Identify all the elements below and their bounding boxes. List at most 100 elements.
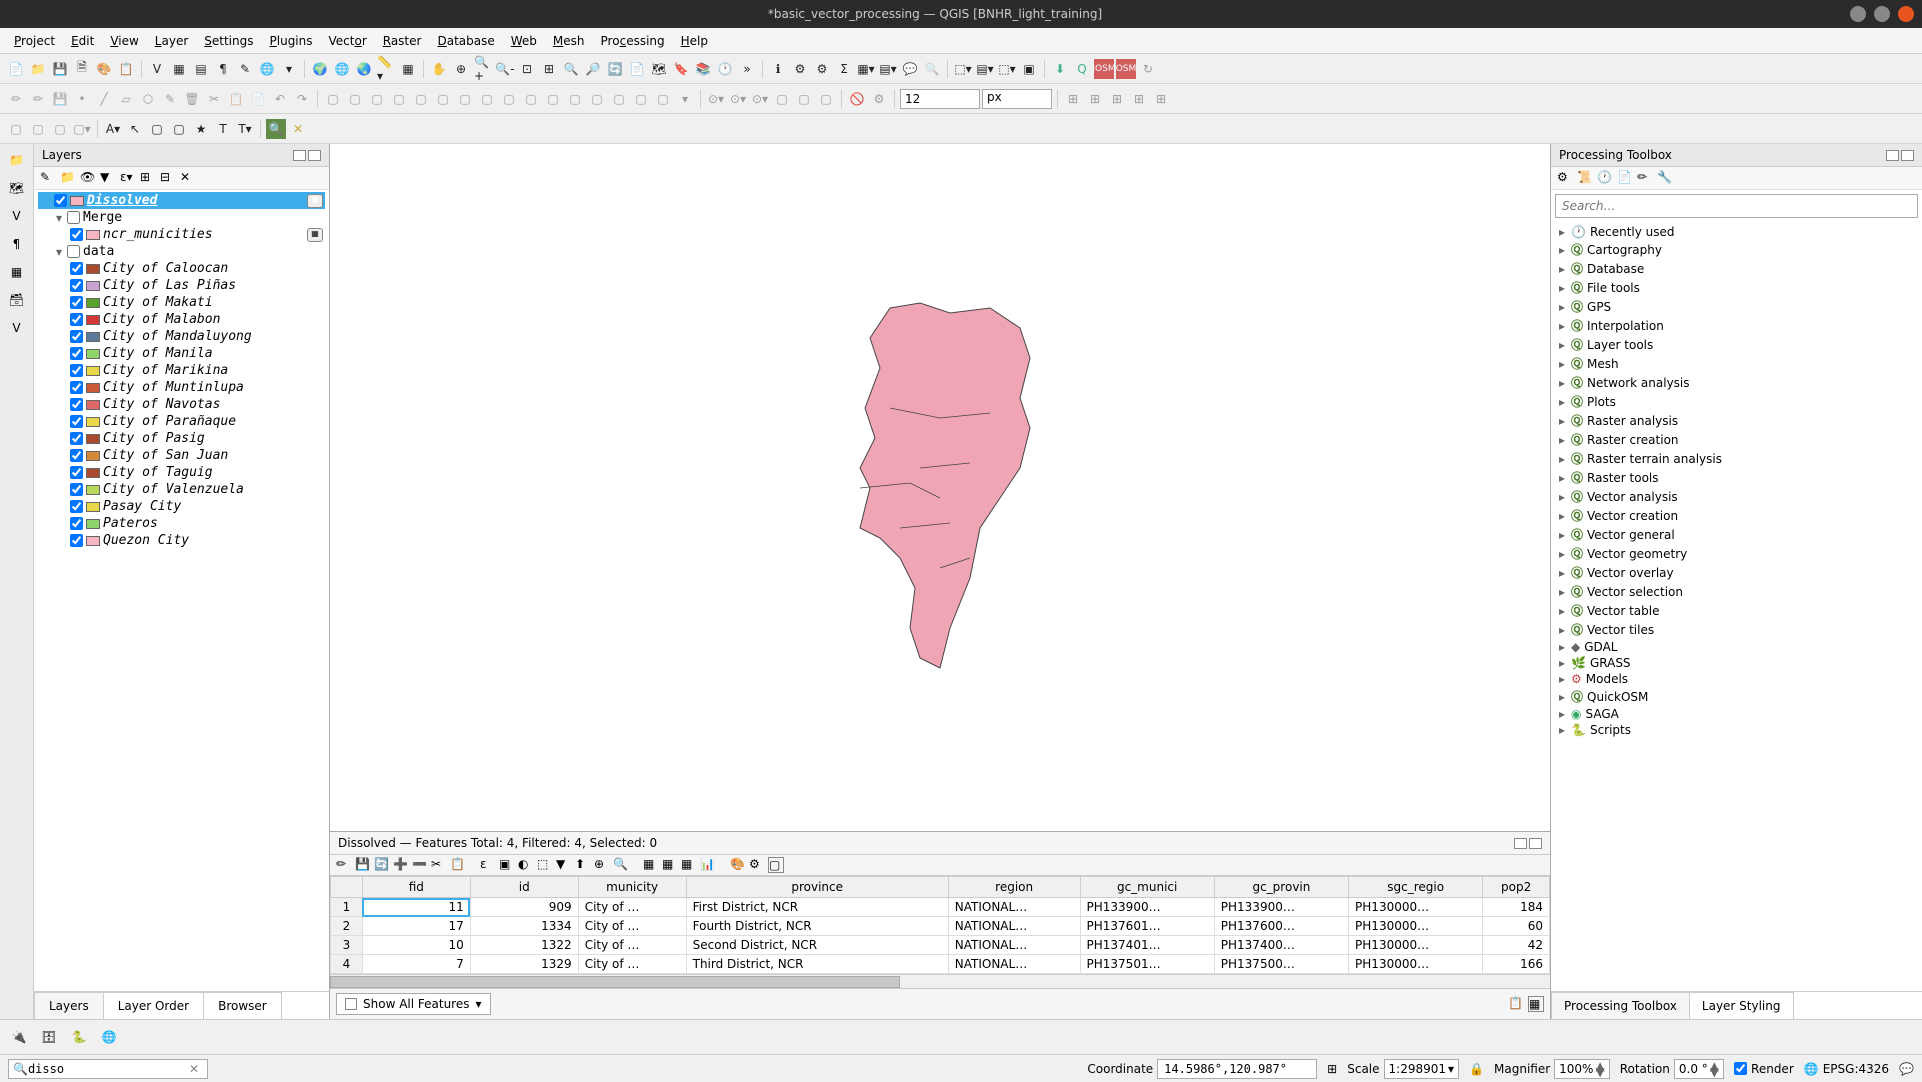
snap-2-icon[interactable]: ⊙▾ [728,89,748,109]
processing-group[interactable]: ▸ⓆRaster terrain analysis [1555,449,1918,468]
add-spatialite-icon[interactable]: 🗃 [5,288,29,312]
osm-icon[interactable]: OSM [1116,59,1136,79]
render-field[interactable]: Render [1734,1062,1794,1076]
measure-icon[interactable]: 📏▾ [376,59,396,79]
label-3-icon[interactable]: ▢ [50,119,70,139]
pin-label-icon[interactable]: ★ [191,119,211,139]
layer-item[interactable]: ▾Merge [38,209,325,226]
processing-group[interactable]: ▸ⓆGPS [1555,297,1918,316]
processing-group[interactable]: ▸◉SAGA [1555,706,1918,722]
db-manager-icon[interactable]: 🗄 [38,1026,60,1048]
topo-4-icon[interactable]: ⊞ [1129,89,1149,109]
topo-5-icon[interactable]: ⊞ [1151,89,1171,109]
attribute-table-icon[interactable]: ▦▾ [856,59,876,79]
menu-raster[interactable]: Raster [375,32,430,50]
menu-database[interactable]: Database [429,32,502,50]
deselect-icon[interactable]: ⬚▾ [997,59,1017,79]
move-top-icon[interactable]: ⬆ [575,857,591,873]
toolbox-icon[interactable]: ⚙ [812,59,832,79]
attr-close-button[interactable] [1529,838,1542,849]
lock-icon[interactable]: 🔒 [1469,1062,1484,1076]
python-console-icon[interactable]: 🐍 [68,1026,90,1048]
layer-item[interactable]: City of Pasig [38,430,325,447]
digitize-8-icon[interactable]: ▢ [477,89,497,109]
coordinate-input[interactable]: 14.5986°,120.987° [1157,1059,1317,1079]
layer-item[interactable]: City of Mandaluyong [38,328,325,345]
tab-layer-order[interactable]: Layer Order [103,992,204,1019]
pt-results-icon[interactable]: 📄 [1617,170,1633,186]
paste-icon[interactable]: 📄 [248,89,268,109]
identify-icon[interactable]: ℹ [768,59,788,79]
remove-icon[interactable]: ✕ [180,170,196,186]
digitize-3-icon[interactable]: ▢ [367,89,387,109]
table-icon[interactable]: ▦ [398,59,418,79]
layer-item[interactable]: Dissolved▦ [38,192,325,209]
label-4-icon[interactable]: ▢▾ [72,119,92,139]
show-all-features[interactable]: Show All Features ▾ [336,993,491,1015]
layer-checkbox[interactable] [70,330,83,343]
menu-help[interactable]: Help [673,32,716,50]
table-view-icon[interactable]: ▦ [1528,996,1544,1012]
reload-icon[interactable]: ↻ [1138,59,1158,79]
scale-input[interactable]: 1:298901 ▾ [1384,1059,1460,1079]
filter-icon[interactable]: ▼ [100,170,116,186]
layer-item[interactable]: City of Manila [38,345,325,362]
pt-model-icon[interactable]: ⚙ [1557,170,1573,186]
vertex-tool-icon[interactable]: ⬡ [138,89,158,109]
layer-checkbox[interactable] [70,381,83,394]
actions-icon[interactable]: ⚙ [749,857,765,873]
layer-item[interactable]: Quezon City [38,532,325,549]
snap-6-icon[interactable]: ▢ [816,89,836,109]
menu-edit[interactable]: Edit [63,32,102,50]
table-row[interactable]: 471329City of …Third District, NCRNATION… [331,955,1550,974]
temporal-icon[interactable]: 🕐 [715,59,735,79]
locator-input[interactable] [28,1062,185,1076]
tab-layers[interactable]: Layers [34,992,104,1019]
extents-icon[interactable]: ⊞ [1327,1062,1337,1076]
dock-icon[interactable]: ▢ [768,857,784,873]
style-manager-icon[interactable]: 🎨 [94,59,114,79]
digitize-4-icon[interactable]: ▢ [389,89,409,109]
processing-group[interactable]: ▸ⓆMesh [1555,354,1918,373]
digitize-10-icon[interactable]: ▢ [521,89,541,109]
toggle-edit-icon[interactable]: ✏ [6,89,26,109]
invert-selection-icon[interactable]: ◐ [518,857,534,873]
topo-1-icon[interactable]: ⊞ [1063,89,1083,109]
layer-item[interactable]: Pateros [38,515,325,532]
panel-float-button[interactable] [293,150,306,161]
processing-group[interactable]: ▸ⓆRaster tools [1555,468,1918,487]
add-text-layer-icon[interactable]: ¶ [5,232,29,256]
topo-3-icon[interactable]: ⊞ [1107,89,1127,109]
save-edits-icon[interactable]: 💾 [355,857,371,873]
processing-group[interactable]: ▸🌿GRASS [1555,655,1918,671]
processing-group[interactable]: ▸ⓆVector overlay [1555,563,1918,582]
menu-plugins[interactable]: Plugins [262,32,321,50]
style-icon[interactable]: ✎ [40,170,56,186]
layer-item[interactable]: City of Marikina [38,362,325,379]
add-vector-icon[interactable]: V [147,59,167,79]
messages-icon[interactable]: 💬 [1899,1062,1914,1076]
select-features-icon[interactable]: ⬚▾ [953,59,973,79]
layer-item[interactable]: ncr_municities▦ [38,226,325,243]
tab-browser[interactable]: Browser [203,992,282,1019]
delete-icon[interactable]: 🗑 [182,89,202,109]
menu-layer[interactable]: Layer [147,32,196,50]
layer-checkbox[interactable] [70,313,83,326]
form-view-icon[interactable]: 📋 [1508,996,1524,1012]
copy-icon[interactable]: 📋 [226,89,246,109]
add-raster-layer-icon[interactable]: 🗺 [5,176,29,200]
map-tips-icon[interactable]: 🔍 [922,59,942,79]
layer-checkbox[interactable] [70,415,83,428]
layer-checkbox[interactable] [70,296,83,309]
layer-checkbox[interactable] [70,517,83,530]
layer-checkbox[interactable] [70,449,83,462]
digitize-14-icon[interactable]: ▢ [609,89,629,109]
annotation-icon[interactable]: 💬 [900,59,920,79]
rotate-label-icon[interactable]: ▢ [169,119,189,139]
processing-group[interactable]: ▸ⓆVector geometry [1555,544,1918,563]
layer-item[interactable]: City of Valenzuela [38,481,325,498]
add-wms-icon[interactable]: 🌐 [257,59,277,79]
add-gpkg-icon[interactable]: ▦ [5,260,29,284]
menu-vector[interactable]: Vector [321,32,375,50]
menu-settings[interactable]: Settings [196,32,261,50]
